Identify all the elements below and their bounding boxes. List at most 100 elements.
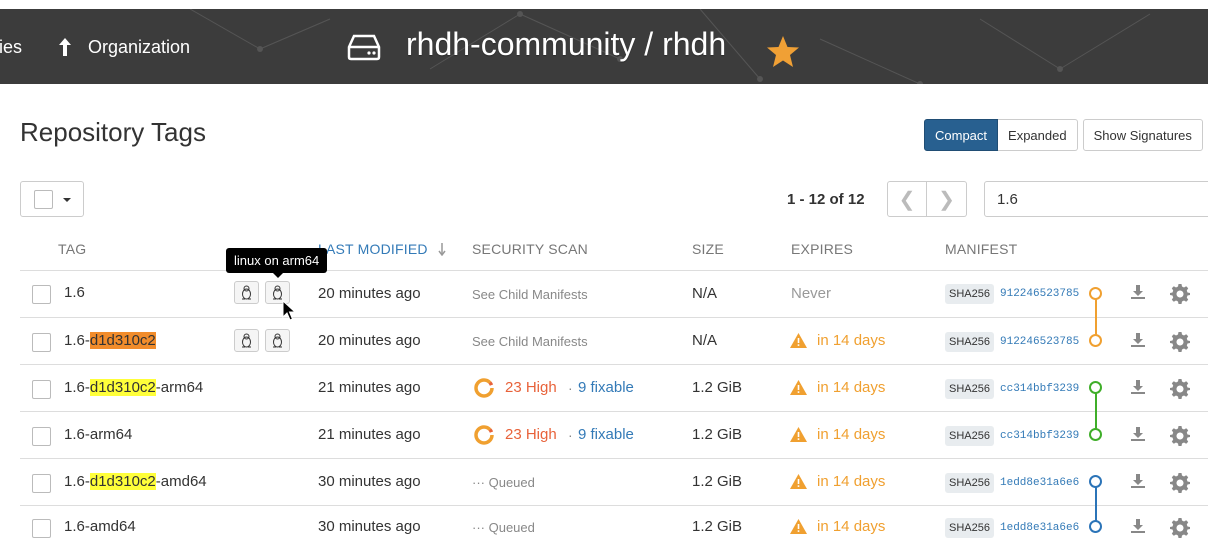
pagination-count: 1 - 12 of 12 xyxy=(787,191,865,208)
select-all-dropdown[interactable] xyxy=(20,181,84,217)
tag-size: N/A xyxy=(692,332,718,349)
sha-badge: SHA256 xyxy=(945,332,994,352)
last-modified: 21 minutes ago xyxy=(318,379,421,396)
table-row: 1.6-d1d310c2-amd64 30 minutes ago ··· Qu… xyxy=(20,459,1208,506)
download-icon[interactable] xyxy=(1130,284,1146,300)
tag-size: 1.2 GiB xyxy=(692,426,743,443)
column-header-manifest[interactable]: MANIFEST xyxy=(945,241,1017,257)
compact-view-button[interactable]: Compact xyxy=(924,119,999,151)
previous-page-button[interactable]: ❮ xyxy=(887,181,927,217)
separator-dot: · xyxy=(568,427,573,443)
manifest-digest[interactable]: cc314bbf3239 xyxy=(1000,430,1079,442)
download-icon[interactable] xyxy=(1130,518,1146,534)
select-all-checkbox[interactable] xyxy=(34,190,53,209)
vulnerability-high-link[interactable]: 23 High xyxy=(505,379,557,396)
manifest-dot xyxy=(1089,334,1102,347)
expanded-view-button[interactable]: Expanded xyxy=(998,119,1078,151)
sha-badge: SHA256 xyxy=(945,379,994,399)
vulnerability-donut-icon xyxy=(474,378,494,398)
linux-amd64-arch-button[interactable] xyxy=(234,281,259,304)
gear-icon[interactable] xyxy=(1170,426,1190,446)
linux-amd64-arch-button[interactable] xyxy=(234,329,259,352)
tag-name[interactable]: 1.6-d1d310c2-arm64 xyxy=(64,379,203,396)
row-checkbox[interactable] xyxy=(32,474,51,493)
manifest-digest[interactable]: 912246523785 xyxy=(1000,288,1079,300)
tag-size: 1.2 GiB xyxy=(692,473,743,490)
column-header-expires[interactable]: EXPIRES xyxy=(791,241,853,257)
row-checkbox[interactable] xyxy=(32,380,51,399)
column-header-size[interactable]: SIZE xyxy=(692,241,724,257)
download-icon[interactable] xyxy=(1130,473,1146,489)
security-scan-status: ··· Queued xyxy=(472,520,535,535)
tag-expires[interactable]: Never xyxy=(791,285,831,302)
table-row: 1.6-d1d310c2 20 minutes ago See Child Ma… xyxy=(20,318,1208,365)
tag-name[interactable]: 1.6-d1d310c2-amd64 xyxy=(64,473,207,490)
gear-icon[interactable] xyxy=(1170,473,1190,493)
sha-badge: SHA256 xyxy=(945,473,994,493)
last-modified: 30 minutes ago xyxy=(318,518,421,535)
table-row: 1.6 20 minutes ago See Child Manifests N… xyxy=(20,271,1208,318)
download-icon[interactable] xyxy=(1130,426,1146,442)
sha-badge: SHA256 xyxy=(945,284,994,304)
tag-name[interactable]: 1.6 xyxy=(64,284,85,301)
table-row: 1.6-d1d310c2-arm64 21 minutes ago 23 Hig… xyxy=(20,365,1208,412)
tag-size: 1.2 GiB xyxy=(692,379,743,396)
tag-expires[interactable]: in 14 days xyxy=(817,426,885,443)
fixable-link[interactable]: 9 fixable xyxy=(578,426,634,443)
fixable-link[interactable]: 9 fixable xyxy=(578,379,634,396)
linux-arm64-arch-button[interactable] xyxy=(265,329,290,352)
separator-dot: · xyxy=(568,380,573,396)
column-header-last-modified[interactable]: LAST MODIFIED xyxy=(318,241,428,257)
tag-name[interactable]: 1.6-amd64 xyxy=(64,518,136,535)
caret-down-icon xyxy=(63,198,71,202)
manifest-dot xyxy=(1089,381,1102,394)
row-checkbox[interactable] xyxy=(32,427,51,446)
tag-filter-input[interactable] xyxy=(984,181,1208,217)
gear-icon[interactable] xyxy=(1170,379,1190,399)
view-toggle-group: Compact Expanded Show Signatures xyxy=(924,119,1203,151)
tag-expires[interactable]: in 14 days xyxy=(817,473,885,490)
gear-icon[interactable] xyxy=(1170,284,1190,304)
breadcrumb-organization-link[interactable]: Organization xyxy=(88,37,190,58)
warning-icon xyxy=(790,474,807,489)
next-page-button[interactable]: ❯ xyxy=(927,181,967,217)
breadcrumb-repositories-link[interactable]: tories xyxy=(0,37,22,58)
repo-header: tories Organization rhdh-community / rhd… xyxy=(0,9,1208,84)
sha-badge: SHA256 xyxy=(945,518,994,538)
row-checkbox[interactable] xyxy=(32,519,51,538)
tag-expires[interactable]: in 14 days xyxy=(817,379,885,396)
vulnerability-high-link[interactable]: 23 High xyxy=(505,426,557,443)
manifest-digest[interactable]: 1edd8e31a6e6 xyxy=(1000,522,1079,534)
linux-penguin-icon xyxy=(273,285,282,300)
row-checkbox[interactable] xyxy=(32,285,51,304)
column-header-security-scan[interactable]: SECURITY SCAN xyxy=(472,241,588,257)
download-icon[interactable] xyxy=(1130,379,1146,395)
security-scan-link[interactable]: See Child Manifests xyxy=(472,287,588,302)
show-signatures-button[interactable]: Show Signatures xyxy=(1082,119,1203,151)
gear-icon[interactable] xyxy=(1170,332,1190,352)
hard-drive-icon xyxy=(347,34,381,61)
row-checkbox[interactable] xyxy=(32,333,51,352)
tag-expires[interactable]: in 14 days xyxy=(817,332,885,349)
manifest-digest[interactable]: 912246523785 xyxy=(1000,336,1079,348)
sort-descending-icon xyxy=(438,243,446,256)
manifest-digest[interactable]: cc314bbf3239 xyxy=(1000,383,1079,395)
gear-icon[interactable] xyxy=(1170,518,1190,538)
tag-expires[interactable]: in 14 days xyxy=(817,518,885,535)
pagination-controls: ❮ ❯ xyxy=(887,181,967,217)
download-icon[interactable] xyxy=(1130,332,1146,348)
repo-title: rhdh-community / rhdh xyxy=(406,26,727,62)
linux-penguin-icon xyxy=(242,333,251,348)
manifest-digest[interactable]: 1edd8e31a6e6 xyxy=(1000,477,1079,489)
star-icon[interactable] xyxy=(765,35,801,69)
tag-name[interactable]: 1.6-arm64 xyxy=(64,426,132,443)
tag-size: 1.2 GiB xyxy=(692,518,743,535)
warning-icon xyxy=(790,427,807,442)
warning-icon xyxy=(790,333,807,348)
warning-icon xyxy=(790,519,807,534)
security-scan-link[interactable]: See Child Manifests xyxy=(472,334,588,349)
tag-size: N/A xyxy=(692,285,718,302)
tag-name[interactable]: 1.6-d1d310c2 xyxy=(64,332,156,349)
column-header-tag[interactable]: TAG xyxy=(58,241,86,257)
table-row: 1.6-amd64 30 minutes ago ··· Queued 1.2 … xyxy=(20,506,1208,546)
